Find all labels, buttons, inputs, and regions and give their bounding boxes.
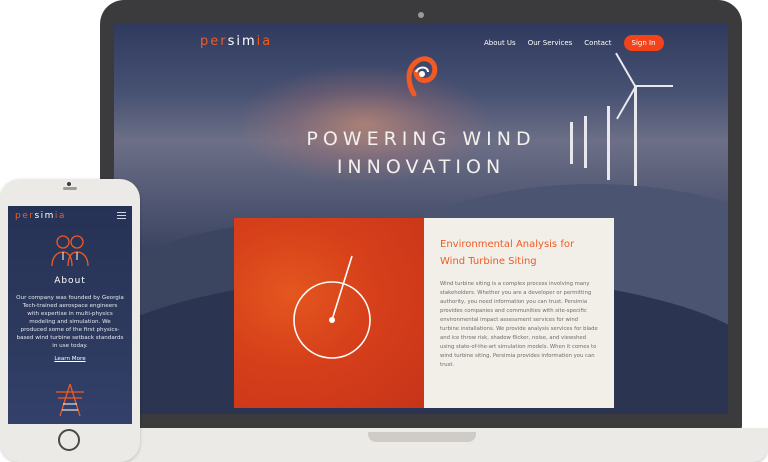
radar-target-icon xyxy=(293,255,371,359)
engineers-icon xyxy=(51,235,89,267)
hero-title-line-2: INNOVATION xyxy=(336,156,506,178)
phone-home-button xyxy=(58,429,80,451)
hero-title-line-1: POWERING WIND xyxy=(306,128,536,150)
transmission-tower-icon xyxy=(56,383,84,417)
feature-body: Wind turbine siting is a complex process… xyxy=(440,281,598,368)
hamburger-menu-icon[interactable] xyxy=(117,212,126,221)
nav-contact[interactable]: Contact xyxy=(584,39,611,47)
laptop-notch xyxy=(368,432,476,442)
feature-image xyxy=(234,218,424,408)
phone-frame: persimia About Our company was founded b… xyxy=(0,179,140,462)
mobile-website-screen: persimia About Our company was founded b… xyxy=(8,206,132,424)
laptop-camera xyxy=(418,12,424,18)
sign-in-button[interactable]: Sign In xyxy=(623,35,664,51)
mobile-site-logo[interactable]: persimia xyxy=(15,211,66,221)
about-heading: About xyxy=(54,276,86,286)
feature-text-card: Environmental Analysis for Wind Turbine … xyxy=(424,218,614,408)
site-logo[interactable]: persimia xyxy=(200,34,272,49)
feature-title: Environmental Analysis for Wind Turbine … xyxy=(440,239,575,267)
desktop-website-screen: persimia About Us Our Services Contact S… xyxy=(114,24,728,414)
main-nav: About Us Our Services Contact Sign In xyxy=(484,35,664,51)
phone-camera xyxy=(67,182,71,186)
learn-more-link[interactable]: Learn More xyxy=(8,356,132,362)
device-mockup: persimia About Us Our Services Contact S… xyxy=(0,0,768,462)
about-body: Our company was founded by Georgia Tech-… xyxy=(16,295,124,349)
nav-about-us[interactable]: About Us xyxy=(484,39,516,47)
persimia-logo-mark-icon xyxy=(406,56,438,97)
nav-our-services[interactable]: Our Services xyxy=(528,39,573,47)
phone-speaker xyxy=(63,187,77,190)
